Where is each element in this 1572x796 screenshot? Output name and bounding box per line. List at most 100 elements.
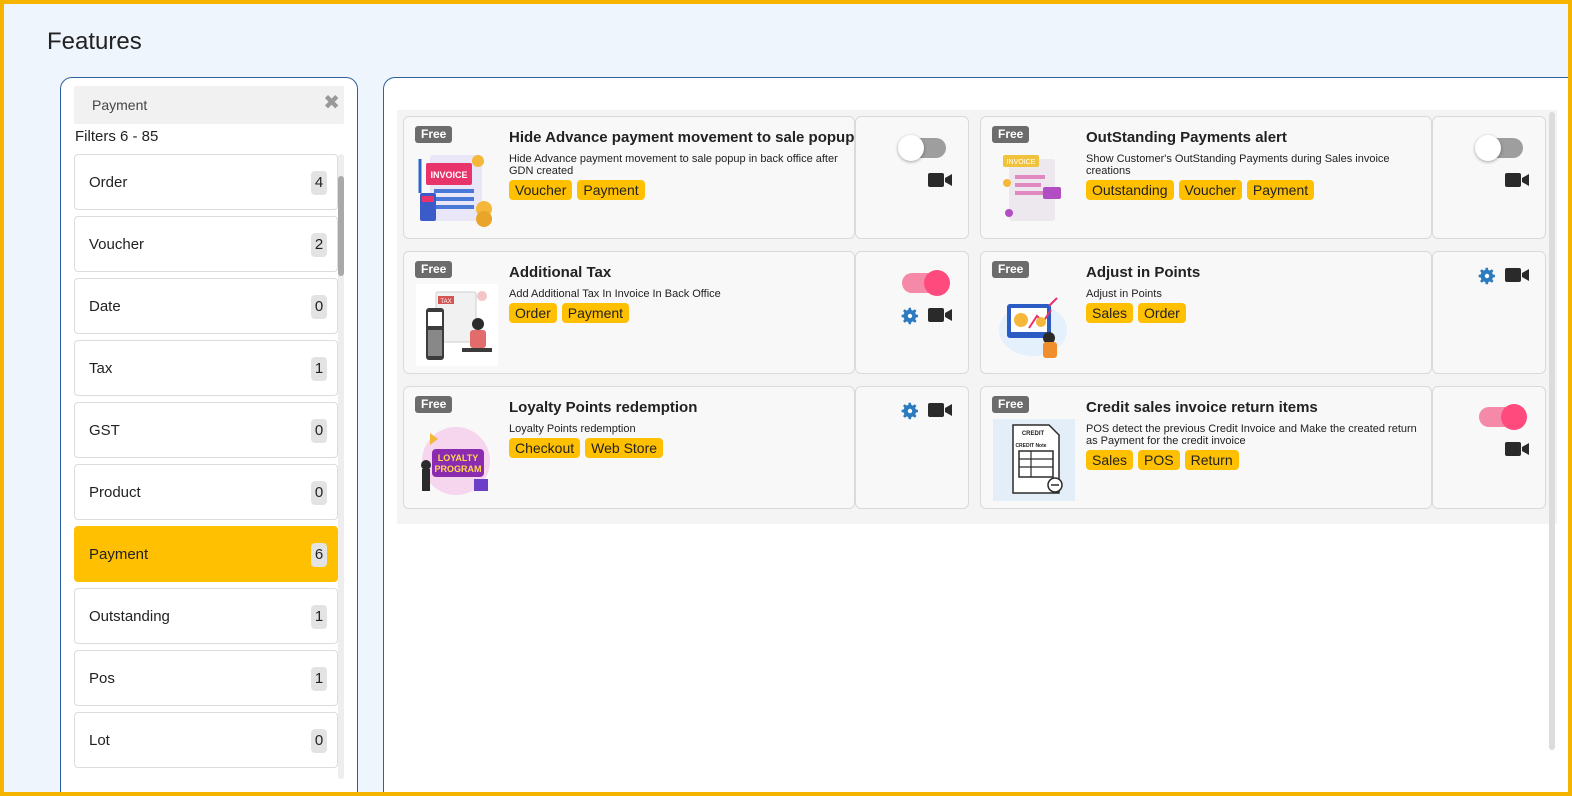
- filter-item-count: 0: [311, 295, 327, 319]
- video-camera-icon[interactable]: [928, 402, 952, 423]
- feature-actions: [855, 116, 969, 239]
- feature-tags: Outstanding Voucher Payment: [1086, 180, 1315, 200]
- feature-thumbnail: INVOICE: [993, 149, 1075, 231]
- feature-toggle[interactable]: [1475, 135, 1523, 161]
- feature-tag[interactable]: Payment: [561, 303, 630, 323]
- feature-thumbnail: [993, 284, 1075, 366]
- filter-scrollbar[interactable]: [338, 154, 344, 779]
- loyalty-line2-text: PROGRAM: [435, 464, 482, 474]
- filter-item-label: Product: [89, 484, 141, 501]
- filter-item-label: Pos: [89, 670, 115, 687]
- filter-item-count: 2: [311, 233, 327, 257]
- feature-actions: [855, 386, 969, 509]
- invoice-illustration: INVOICE: [418, 155, 492, 227]
- feature-card: Free CREDIT CREDIT Note Credit sales inv…: [980, 386, 1546, 509]
- feature-description: Add Additional Tax In Invoice In Back Of…: [509, 288, 721, 300]
- filter-item-pos[interactable]: Pos 1: [74, 650, 338, 706]
- outstanding-invoice-illustration: INVOICE: [1003, 155, 1061, 221]
- features-panel: Free INVOICE Hide Advance payment moveme…: [383, 77, 1568, 792]
- video-camera-icon[interactable]: [1505, 172, 1529, 193]
- feature-card-grid: Free INVOICE Hide Advance payment moveme…: [397, 110, 1557, 524]
- filter-item-label: GST: [89, 422, 120, 439]
- filter-item-voucher[interactable]: Voucher 2: [74, 216, 338, 272]
- clear-search-icon[interactable]: ✖: [323, 93, 340, 113]
- filter-search-input[interactable]: Payment ✖: [74, 86, 344, 124]
- feature-tag[interactable]: Outstanding: [1086, 180, 1174, 200]
- feature-tag[interactable]: Voucher: [509, 180, 573, 200]
- features-scrollbar[interactable]: [1549, 112, 1555, 750]
- feature-card-body: Free TAX Additional Tax Add Additional Ta…: [403, 251, 855, 374]
- feature-actions: [1432, 251, 1546, 374]
- gear-icon[interactable]: [900, 306, 920, 331]
- toggle-knob: [1501, 404, 1527, 430]
- filter-item-count: 1: [311, 605, 327, 629]
- feature-card-body: Free CREDIT CREDIT Note Credit sales inv…: [980, 386, 1432, 509]
- feature-title: Credit sales invoice return items: [1086, 399, 1318, 416]
- feature-toggle[interactable]: [898, 135, 946, 161]
- filter-item-product[interactable]: Product 0: [74, 464, 338, 520]
- feature-tag[interactable]: Sales: [1086, 303, 1134, 323]
- feature-card: Free INVOICE Hide Advance payment moveme…: [403, 116, 969, 239]
- filter-item-label: Tax: [89, 360, 113, 377]
- free-badge: Free: [415, 126, 453, 143]
- video-camera-icon[interactable]: [928, 172, 952, 193]
- filter-item-order[interactable]: Order 4: [74, 154, 338, 210]
- feature-tags: Sales Order: [1086, 303, 1186, 323]
- feature-card: Free Adjust in Points Adjust in Points Sal…: [980, 251, 1546, 374]
- feature-title: Adjust in Points: [1086, 264, 1201, 281]
- free-badge: Free: [992, 126, 1030, 143]
- gear-icon[interactable]: [1477, 266, 1497, 291]
- video-camera-icon[interactable]: [1505, 267, 1529, 288]
- feature-card-body: Free LOYALTY PROGRAM Loyalty Points rede…: [403, 386, 855, 509]
- feature-title: Loyalty Points redemption: [509, 399, 698, 416]
- feature-tag[interactable]: Payment: [1246, 180, 1315, 200]
- feature-tag[interactable]: Checkout: [509, 438, 581, 458]
- feature-tag[interactable]: Payment: [577, 180, 645, 200]
- loyalty-line1-text: LOYALTY: [438, 453, 479, 463]
- feature-thumbnail: TAX: [416, 284, 498, 366]
- feature-tag[interactable]: Voucher: [1178, 180, 1242, 200]
- feature-description: POS detect the previous Credit Invoice a…: [1086, 423, 1417, 447]
- outstanding-thumb-text: INVOICE: [1007, 159, 1036, 166]
- feature-card: Free INVOICE OutStanding Payments alert S…: [980, 116, 1546, 239]
- feature-tags: Voucher Payment: [509, 180, 645, 200]
- feature-toggle[interactable]: [1479, 404, 1527, 430]
- toggle-knob: [898, 135, 924, 161]
- tax-thumb-text: TAX: [440, 299, 451, 305]
- filter-item-payment[interactable]: Payment 6: [74, 526, 338, 582]
- feature-tags: Checkout Web Store: [509, 438, 664, 458]
- credit-note-illustration: CREDIT CREDIT Note: [993, 419, 1075, 501]
- invoice-thumb-text: INVOICE: [430, 170, 467, 180]
- filter-item-count: 0: [311, 729, 327, 753]
- filter-item-count: 4: [311, 171, 327, 195]
- video-camera-icon[interactable]: [1505, 441, 1529, 462]
- filter-item-count: 6: [311, 543, 327, 567]
- feature-tag[interactable]: Order: [509, 303, 557, 323]
- loyalty-program-illustration: LOYALTY PROGRAM: [421, 427, 490, 495]
- filter-scrollbar-thumb[interactable]: [338, 176, 344, 276]
- feature-tag[interactable]: POS: [1138, 450, 1180, 470]
- app-frame: Features Payment ✖ Filters 6 - 85 Order 4…: [0, 0, 1572, 796]
- feature-thumbnail: INVOICE: [416, 149, 498, 231]
- feature-tag[interactable]: Sales: [1086, 450, 1134, 470]
- toggle-knob: [924, 270, 950, 296]
- filter-item-lot[interactable]: Lot 0: [74, 712, 338, 768]
- feature-card-body: Free INVOICE OutStanding Payments alert S…: [980, 116, 1432, 239]
- feature-toggle[interactable]: [902, 270, 950, 296]
- video-camera-icon[interactable]: [928, 307, 952, 328]
- feature-tag[interactable]: Return: [1184, 450, 1239, 470]
- filter-item-count: 0: [311, 419, 327, 443]
- page-title: Features: [47, 28, 142, 55]
- filter-item-count: 0: [311, 481, 327, 505]
- feature-card-body: Free Adjust in Points Adjust in Points Sal…: [980, 251, 1432, 374]
- feature-actions: [855, 251, 969, 374]
- gear-icon[interactable]: [900, 401, 920, 426]
- filter-item-outstanding[interactable]: Outstanding 1: [74, 588, 338, 644]
- feature-card: Free TAX Additional Tax Add Additional Ta…: [403, 251, 969, 374]
- feature-tag[interactable]: Web Store: [585, 438, 664, 458]
- filter-item-tax[interactable]: Tax 1: [74, 340, 338, 396]
- free-badge: Free: [415, 261, 453, 278]
- feature-tag[interactable]: Order: [1138, 303, 1186, 323]
- filter-item-date[interactable]: Date 0: [74, 278, 338, 334]
- filter-item-gst[interactable]: GST 0: [74, 402, 338, 458]
